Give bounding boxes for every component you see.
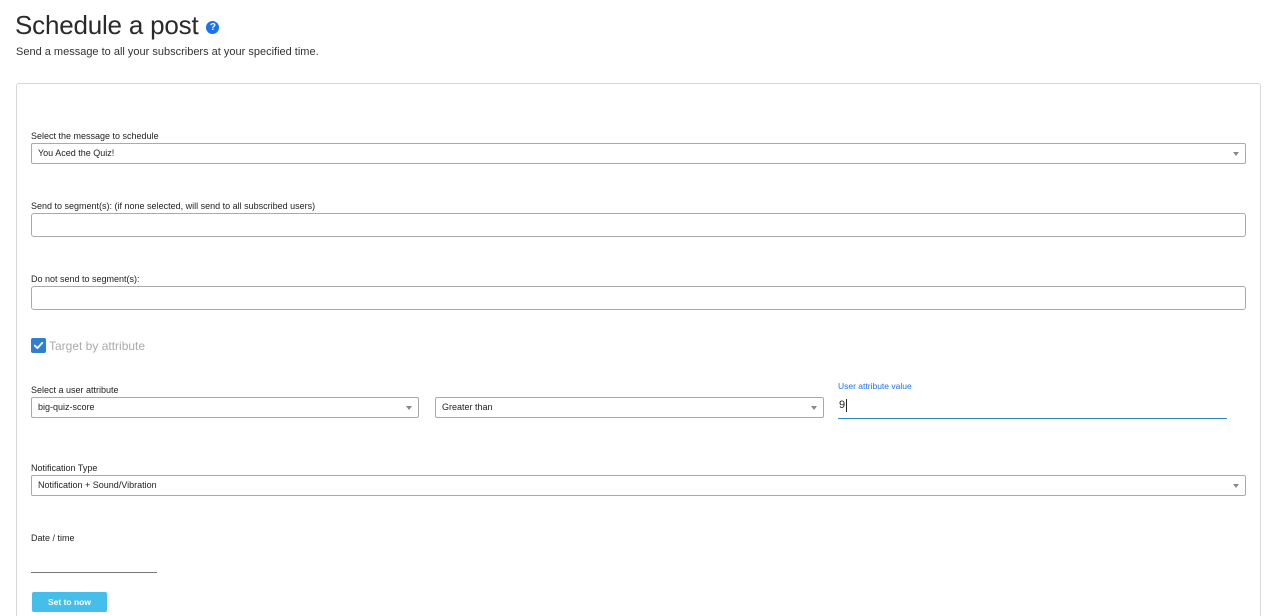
attribute-value-text: 9 (839, 399, 846, 411)
segments-exclude-input[interactable] (31, 286, 1246, 310)
chevron-down-icon (811, 406, 817, 410)
notification-type-select[interactable]: Notification + Sound/Vibration (31, 475, 1246, 496)
page-title: Schedule a post (15, 10, 199, 40)
message-select[interactable]: You Aced the Quiz! (31, 143, 1246, 164)
chevron-down-icon (1233, 484, 1239, 488)
page-subtitle: Send a message to all your subscribers a… (16, 46, 319, 58)
message-select-value: You Aced the Quiz! (38, 148, 115, 158)
segments-include-input[interactable] (31, 213, 1246, 237)
segments-include-label: Send to segment(s): (if none selected, w… (31, 201, 316, 211)
operator-select-value: Greater than (442, 402, 493, 412)
attribute-value-input[interactable]: 9 (838, 395, 1227, 419)
chevron-down-icon (406, 406, 412, 410)
date-time-label: Date / time (31, 533, 75, 543)
set-to-now-button[interactable]: Set to now (32, 592, 107, 612)
chevron-down-icon (1233, 152, 1239, 156)
text-caret (846, 398, 848, 412)
schedule-form-card: Select the message to schedule You Aced … (16, 83, 1261, 616)
user-attribute-select[interactable]: big-quiz-score (31, 397, 419, 418)
help-icon[interactable]: ? (206, 21, 220, 34)
date-time-input[interactable] (31, 572, 157, 573)
title-row: Schedule a post ? (15, 10, 220, 41)
segments-exclude-label: Do not send to segment(s): (31, 274, 140, 284)
target-by-attribute-checkbox[interactable] (31, 338, 46, 353)
attribute-value-label: User attribute value (838, 381, 912, 391)
schedule-post-page: Schedule a post ? Send a message to all … (0, 0, 1271, 616)
target-by-attribute-row: Target by attribute (31, 338, 145, 353)
notification-type-label: Notification Type (31, 463, 98, 473)
message-select-label: Select the message to schedule (31, 131, 159, 141)
checkmark-icon (33, 341, 44, 349)
operator-select[interactable]: Greater than (435, 397, 824, 418)
user-attribute-label: Select a user attribute (31, 385, 119, 395)
target-by-attribute-label: Target by attribute (49, 338, 146, 353)
notification-type-select-value: Notification + Sound/Vibration (38, 480, 157, 490)
user-attribute-select-value: big-quiz-score (38, 402, 95, 412)
